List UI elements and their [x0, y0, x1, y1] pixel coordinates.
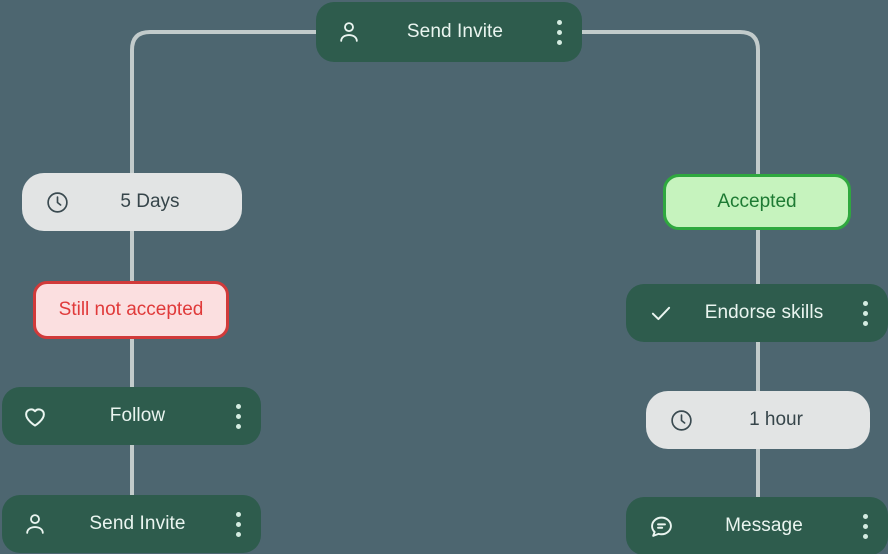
- kebab-menu-icon[interactable]: [546, 15, 572, 49]
- node-label: 1 hour: [749, 409, 803, 430]
- node-condition-still-not-accepted[interactable]: Still not accepted: [33, 281, 229, 339]
- node-follow[interactable]: Follow: [2, 387, 261, 445]
- node-message[interactable]: Message: [626, 497, 888, 554]
- workflow-canvas: Send Invite 5 Days Still not accepted Fo…: [0, 0, 888, 554]
- person-icon: [334, 17, 364, 47]
- clock-icon: [666, 405, 696, 435]
- kebab-menu-icon[interactable]: [852, 296, 878, 330]
- kebab-menu-icon[interactable]: [225, 399, 251, 433]
- node-label: Message: [725, 515, 803, 536]
- heart-icon: [20, 401, 50, 431]
- node-endorse-skills[interactable]: Endorse skills: [626, 284, 888, 342]
- node-label: Accepted: [717, 191, 797, 212]
- chat-bubble-icon: [646, 511, 676, 541]
- clock-icon: [42, 187, 72, 217]
- node-send-invite-root[interactable]: Send Invite: [316, 2, 582, 62]
- node-label: Send Invite: [89, 513, 186, 534]
- kebab-menu-icon[interactable]: [225, 507, 251, 541]
- node-label: 5 Days: [120, 191, 180, 212]
- node-delay-5-days[interactable]: 5 Days: [22, 173, 242, 231]
- node-label: Send Invite: [406, 21, 504, 42]
- connector-root-to-right: [582, 30, 760, 174]
- kebab-menu-icon[interactable]: [852, 509, 878, 543]
- node-label: Endorse skills: [704, 302, 824, 323]
- node-label: Still not accepted: [58, 299, 204, 320]
- person-icon: [20, 509, 50, 539]
- node-delay-1-hour[interactable]: 1 hour: [646, 391, 870, 449]
- check-icon: [646, 298, 676, 328]
- connector-lines: [130, 30, 760, 497]
- node-condition-accepted[interactable]: Accepted: [663, 174, 851, 230]
- node-label: Follow: [109, 405, 166, 426]
- connector-root-to-left: [130, 30, 316, 173]
- node-send-invite-followup[interactable]: Send Invite: [2, 495, 261, 553]
